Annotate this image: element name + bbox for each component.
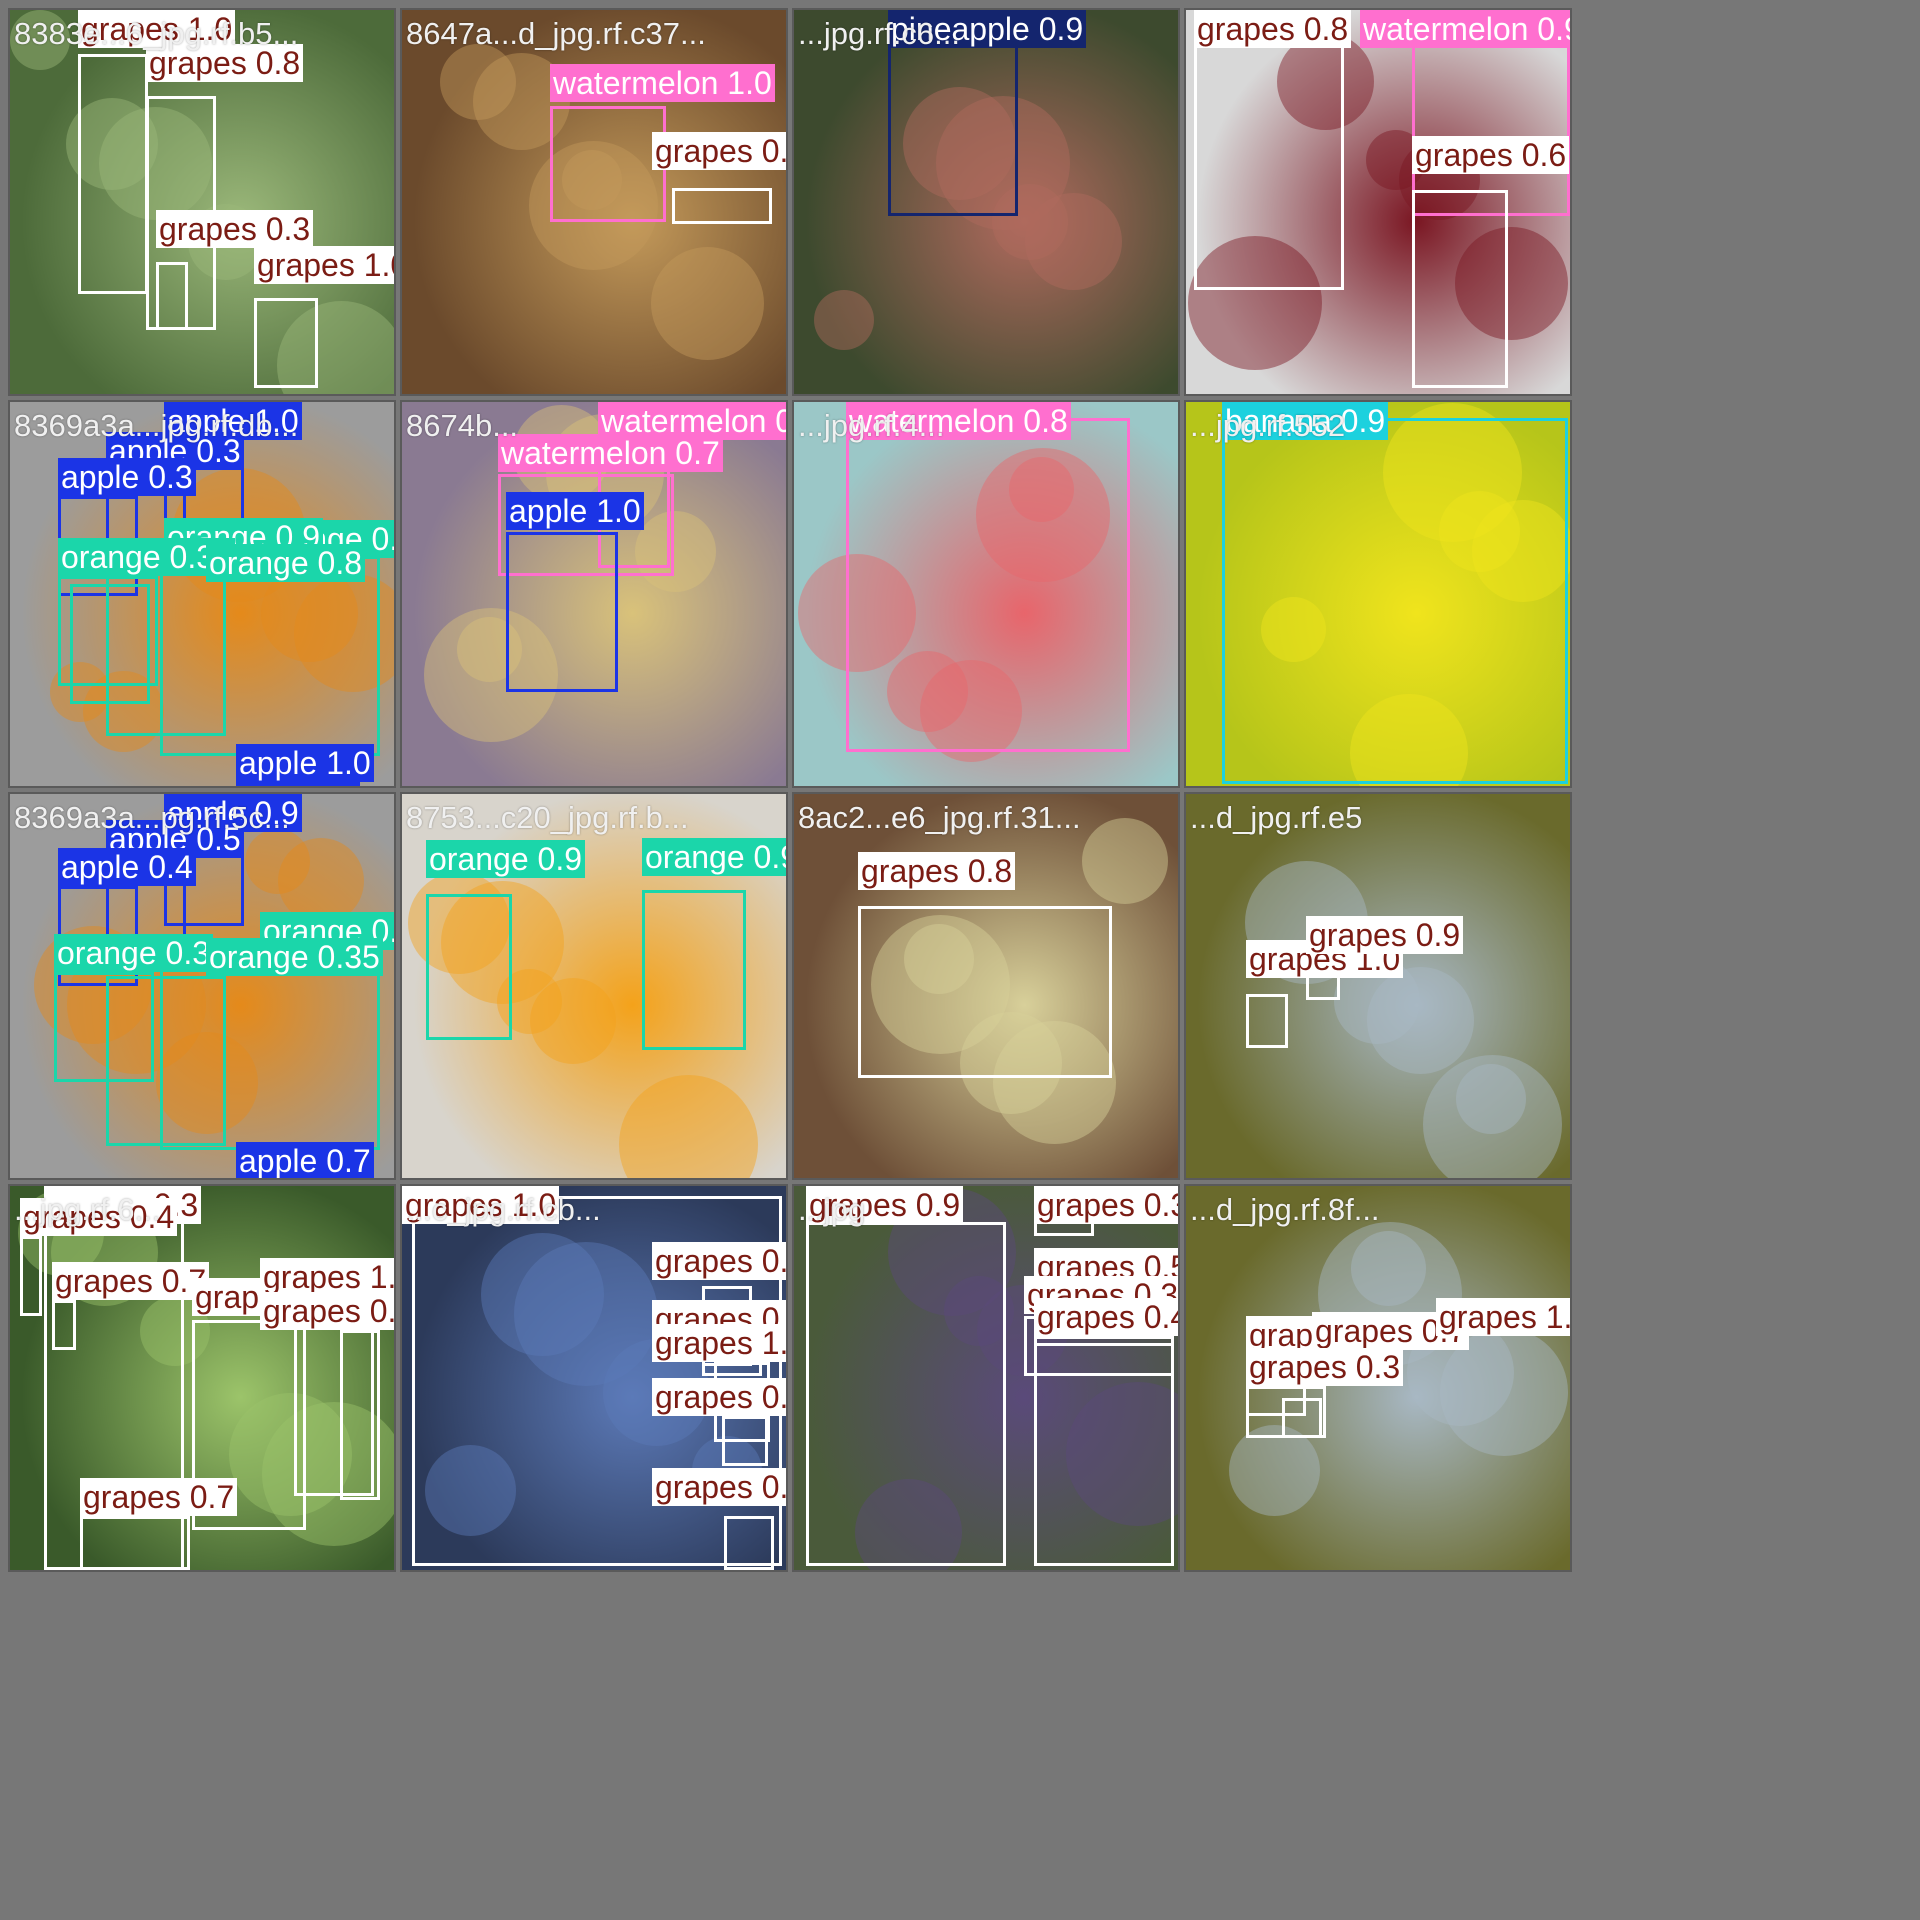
tile-filename: 8383e...6_jpg.rf.b5...	[14, 16, 299, 51]
tile-filename: ...jpg.rf.6...	[14, 1192, 161, 1227]
tile-filename: ...jpg	[798, 1192, 866, 1227]
detection-label-grapes: grapes 0.3	[1034, 1186, 1178, 1224]
detection-label-orange: orange 0.3	[54, 934, 214, 972]
detection-label-grapes: grapes 0.3	[156, 210, 314, 248]
tile-blue-grapes: ...c_jpg.rf.cb...grapes 1.0 grapes 0.5 gra…	[400, 1184, 788, 1572]
detection-box-grapes	[340, 1330, 380, 1500]
tile-filename: ...jpg.rf.552	[1190, 408, 1346, 443]
detection-box-grapes	[1412, 190, 1508, 388]
detection-label-apple: apple 0.7	[236, 1142, 374, 1178]
detection-box-orange	[426, 894, 512, 1040]
detection-box-grapes	[672, 188, 772, 224]
detection-label-grapes: grapes 0.5	[260, 1292, 394, 1330]
tile-filename: 8647a...d_jpg.rf.c37...	[406, 16, 706, 51]
detection-label-apple: apple 0.4	[58, 848, 196, 886]
fruit-shape	[1082, 818, 1168, 904]
tile-filename: 8674b...	[406, 408, 519, 443]
tile-grape-painting: 8ac2...e6_jpg.rf.31...grapes 0.8	[792, 792, 1180, 1180]
detection-label-grapes: grapes 0.3	[652, 1378, 786, 1416]
detection-label-apple: apple 0.3	[58, 458, 196, 496]
tile-filename: 8369a3a...jpg.rf.db...	[14, 408, 299, 443]
fruit-shape	[440, 44, 516, 120]
detection-box-orange	[106, 976, 226, 1146]
fruit-shape	[814, 290, 874, 350]
detection-box-grapes	[858, 906, 1112, 1078]
tile-purple-grapes: ...jpg grapes 0.9 grapes 0.3 grapes 0.5 grap…	[792, 1184, 1180, 1572]
detection-box-grapes	[156, 262, 188, 330]
detection-grid: 8383e...6_jpg.rf.b5... grapes 1.0 grapes 0…	[0, 0, 1920, 1920]
detection-label-grapes: grapes 0.3	[1246, 1348, 1404, 1386]
detection-box-watermelon	[1412, 26, 1570, 216]
tile-green-grapes: ...jpg.rf.6...grapes 0.3grapes 0.4grapes…	[8, 1184, 396, 1572]
tile-fruit-painting: 8674b...watermelon 0.5watermelon 0.7appl…	[400, 400, 788, 788]
detection-label-orange: orange 0.9	[642, 838, 786, 876]
detection-label-orange: orange 0.9	[426, 840, 586, 878]
fruit-shape	[1423, 1055, 1562, 1178]
tile-orange-cocktails: 8753...c20_jpg.rf.b... orange 0.9 orange 0…	[400, 792, 788, 1180]
detection-label-grapes: grapes 0.5	[652, 1242, 786, 1280]
detection-box-grapes	[78, 54, 148, 294]
detection-box-grapes	[52, 1300, 76, 1350]
detection-box-grapes	[722, 1416, 768, 1466]
tile-apples-oranges-2: 8369a3a...pg.rf.5c... apple 0.7 apple 0.9 a…	[8, 792, 396, 1180]
detection-box-banana	[1222, 418, 1568, 784]
tile-vineyard-man: ...d_jpg.rf.e5 grapes 1.0 grapes 0.9	[1184, 792, 1572, 1180]
detection-label-grapes: grapes 0.9	[1306, 916, 1464, 954]
tile-bananas: ...jpg.rf.552 banana 0.9	[1184, 400, 1572, 788]
detection-box-grapes	[1194, 32, 1344, 290]
detection-label-grapes: grapes 0.4	[1034, 1298, 1178, 1336]
detection-label-grapes: grapes 0.8	[1194, 10, 1352, 48]
detection-label-grapes: grapes 1.0	[652, 1324, 786, 1362]
tile-apples-oranges: 8369a3a...jpg.rf.db... apple 1.0 apple 1.0…	[8, 400, 396, 788]
tile-filename: ...jpg.rf.c6...	[798, 16, 960, 51]
detection-box-orange	[70, 584, 150, 704]
detection-box-apple	[236, 782, 360, 786]
detection-box-grapes	[80, 1516, 190, 1570]
detection-label-grapes: grapes 0.8	[652, 1468, 786, 1506]
tile-filename: 8ac2...e6_jpg.rf.31...	[798, 800, 1081, 835]
detection-label-orange: orange 0.8	[206, 544, 366, 582]
detection-label-grapes: grapes 0.7	[52, 1262, 210, 1300]
detection-label-grapes: grapes 1.0	[1436, 1298, 1570, 1336]
detection-label-apple: apple 1.0	[506, 492, 644, 530]
fruit-shape	[651, 247, 764, 360]
tile-watermelon-plate: ...jpg.rf.4... watermelon 0.8	[792, 400, 1180, 788]
detection-label-grapes: grapes 0.6	[1412, 136, 1570, 174]
tile-vineyard-grapes: 8383e...6_jpg.rf.b5...grapes 1.0 grapes 0…	[8, 8, 396, 396]
fruit-shape	[619, 1075, 758, 1178]
detection-label-grapes: grapes 0.7	[80, 1478, 238, 1516]
detection-label-grapes: grapes 0.3	[652, 132, 786, 170]
tile-buffet-counter: 8647a...d_jpg.rf.c37... watermelon 1.0 gra…	[400, 8, 788, 396]
detection-box-orange	[642, 890, 746, 1050]
tile-vineyard-man-2: ...d_jpg.rf.8f...grapes 0.9grapes 0.7gra…	[1184, 1184, 1572, 1572]
detection-box-grapes	[724, 1516, 774, 1570]
detection-box-watermelon	[846, 418, 1130, 752]
tile-filename: ...c_jpg.rf.cb...	[406, 1192, 601, 1227]
tile-cherries-bowls: grapes 0.8 watermelon 0.9 grapes 0.6	[1184, 8, 1572, 396]
detection-label-grapes: grapes 0.8	[858, 852, 1016, 890]
detection-box-grapes	[1034, 1336, 1174, 1566]
detection-label-watermelon: watermelon 0.7	[498, 434, 723, 472]
tile-filename: ...d_jpg.rf.8f...	[1190, 1192, 1380, 1227]
detection-label-watermelon: watermelon 0.9	[1360, 10, 1570, 48]
tile-pineapple-plant: ...jpg.rf.c6... pineapple 0.9	[792, 8, 1180, 396]
detection-box-grapes	[1246, 1386, 1326, 1438]
detection-box-grapes	[254, 298, 318, 388]
detection-box-watermelon	[550, 106, 666, 222]
detection-label-orange: orange 0.35	[206, 938, 383, 976]
tile-filename: ...jpg.rf.4...	[798, 408, 945, 443]
detection-label-grapes: grapes 1.0	[254, 246, 394, 284]
detection-box-grapes	[806, 1222, 1006, 1566]
fruit-shape	[245, 829, 310, 894]
detection-label-apple: apple 1.0	[236, 744, 374, 782]
tile-filename: ...d_jpg.rf.e5	[1190, 800, 1363, 835]
detection-box-apple	[506, 532, 618, 692]
fruit-shape	[1229, 1425, 1320, 1516]
detection-label-watermelon: watermelon 1.0	[550, 64, 775, 102]
detection-box-grapes	[1246, 994, 1288, 1048]
detection-box-grapes	[20, 1236, 42, 1316]
tile-filename: 8753...c20_jpg.rf.b...	[406, 800, 689, 835]
tile-filename: 8369a3a...pg.rf.5c...	[14, 800, 290, 835]
detection-label-grapes: grapes 1.0	[260, 1258, 394, 1296]
